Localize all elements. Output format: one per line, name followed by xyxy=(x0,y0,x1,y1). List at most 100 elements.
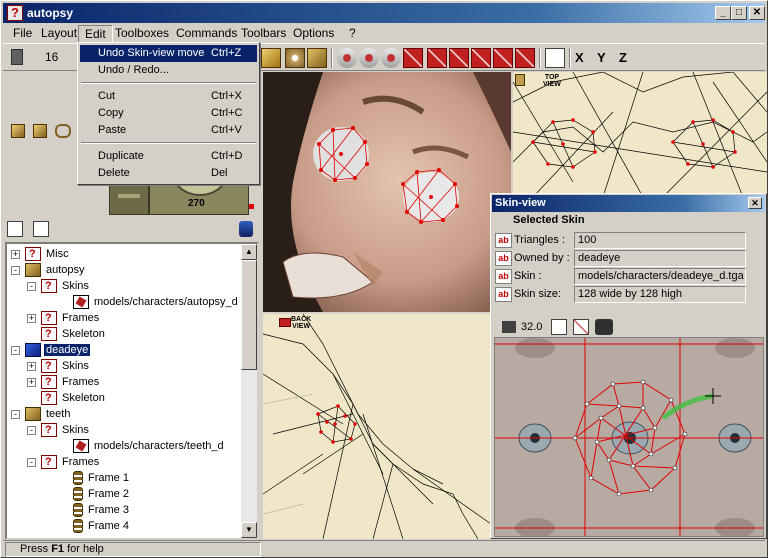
tree-node-frames[interactable]: - Frames xyxy=(27,454,101,470)
tree-node-skins[interactable]: + Skins xyxy=(27,358,91,374)
cube-icon[interactable] xyxy=(261,48,281,68)
triangle-add-icon[interactable] xyxy=(427,48,447,68)
compass-value: 270 xyxy=(188,198,205,209)
skin-list-icon[interactable] xyxy=(551,319,567,335)
menu-item-delete[interactable]: Delete Del xyxy=(80,165,257,182)
view-orient-icon[interactable] xyxy=(279,318,291,327)
collapse-icon[interactable]: - xyxy=(11,266,20,275)
grid-icon[interactable] xyxy=(502,321,516,333)
back-view[interactable]: BACK VIEW xyxy=(263,314,491,539)
skin-view-title-bar[interactable]: Skin-view ✕ xyxy=(492,195,765,212)
tree-node-frames[interactable]: + Frames xyxy=(27,310,101,326)
tree-node-skeleton[interactable]: Skeleton xyxy=(31,326,107,342)
collapse-icon[interactable]: - xyxy=(27,426,36,435)
tree-node-label: Skins xyxy=(62,424,89,436)
vertex-rotate-icon[interactable] xyxy=(381,48,401,68)
collapse-icon[interactable]: - xyxy=(11,346,20,355)
tree-node-frame[interactable]: Frame 1 xyxy=(63,470,131,486)
tree-node-teeth[interactable]: - teeth xyxy=(11,406,72,422)
lock-icon[interactable] xyxy=(239,221,253,237)
menu-edit[interactable]: Edit xyxy=(78,25,113,43)
menu-commands[interactable]: Commands xyxy=(170,25,243,41)
textured-3d-view[interactable] xyxy=(263,72,511,312)
skin-edit-icon[interactable] xyxy=(573,319,589,335)
expand-icon[interactable]: + xyxy=(27,378,36,387)
triangle-merge-icon[interactable] xyxy=(515,48,535,68)
selected-skin-heading: Selected Skin xyxy=(513,214,585,226)
triangle-tool-icon[interactable] xyxy=(403,48,423,68)
top-view[interactable]: TOP VIEW xyxy=(513,72,767,197)
tree-node-autopsy[interactable]: - autopsy xyxy=(11,262,87,278)
menu-item-paste[interactable]: Paste Ctrl+V xyxy=(80,122,257,139)
cube-grid-icon[interactable] xyxy=(33,124,47,138)
menu-file[interactable]: File xyxy=(7,25,38,41)
tree-node-frames[interactable]: + Frames xyxy=(27,374,101,390)
axis-z-button[interactable]: Z xyxy=(619,50,627,65)
scroll-down-icon[interactable]: ▼ xyxy=(241,522,257,538)
skin-zoom-value[interactable]: 32.0 xyxy=(521,321,542,333)
view-orient-icon[interactable] xyxy=(515,74,525,86)
close-icon[interactable]: ✕ xyxy=(748,197,762,209)
tree-node-misc[interactable]: + Misc xyxy=(11,246,71,262)
close-button[interactable]: ✕ xyxy=(749,6,765,20)
link-icon[interactable] xyxy=(55,124,71,138)
tree-node-frame[interactable]: Frame 2 xyxy=(63,486,131,502)
title-bar[interactable]: autopsy _ □ ✕ xyxy=(3,3,765,23)
skin-image-icon xyxy=(73,295,89,310)
text-field-icon: ab xyxy=(495,233,512,248)
menu-item-cut[interactable]: Cut Ctrl+X xyxy=(80,88,257,105)
tree-node-skeleton[interactable]: Skeleton xyxy=(31,390,107,406)
collapse-icon[interactable]: - xyxy=(11,410,20,419)
text-field-icon: ab xyxy=(495,251,512,266)
tree-node-skins[interactable]: - Skins xyxy=(27,278,91,294)
menu-item-undo-redo[interactable]: Undo / Redo... xyxy=(80,62,257,79)
collapse-icon[interactable]: - xyxy=(27,282,36,291)
tree-node-deadeye[interactable]: - deadeye xyxy=(11,342,92,358)
export-icon[interactable] xyxy=(545,48,565,68)
axis-y-button[interactable]: Y xyxy=(597,50,606,65)
vertex-move-icon[interactable] xyxy=(359,48,379,68)
vertex-tool-icon[interactable] xyxy=(337,48,357,68)
menu-help[interactable]: ? xyxy=(343,25,362,41)
expand-icon[interactable]: + xyxy=(27,314,36,323)
minimize-button[interactable]: _ xyxy=(715,6,731,20)
scroll-thumb[interactable] xyxy=(241,260,257,370)
tree-tab-icon[interactable] xyxy=(7,221,23,237)
grid-size-value[interactable]: 16 xyxy=(45,50,58,64)
menu-toolboxes[interactable]: Toolboxes xyxy=(109,25,175,41)
tree-node-frame[interactable]: Frame 4 xyxy=(63,518,131,534)
top-view-wireframe xyxy=(513,72,767,197)
maximize-button[interactable]: □ xyxy=(731,6,747,20)
menu-layout[interactable]: Layout xyxy=(35,25,83,41)
tree-node-skin-file[interactable]: models/characters/teeth_d xyxy=(63,438,226,454)
tree-tab-edit-icon[interactable] xyxy=(33,221,49,237)
camera-icon[interactable] xyxy=(595,319,613,335)
triangle-remove-icon[interactable] xyxy=(449,48,469,68)
menu-bar: File Layout Edit Toolboxes Commands Tool… xyxy=(3,23,765,43)
tree-node-frame[interactable]: Frame 3 xyxy=(63,502,131,518)
axis-x-button[interactable]: X xyxy=(575,50,584,65)
triangle-flip-icon[interactable] xyxy=(471,48,491,68)
menu-options[interactable]: Options xyxy=(287,25,340,41)
menu-toolbars[interactable]: Toolbars xyxy=(235,25,292,41)
tree-node-label: Skins xyxy=(62,360,89,372)
cube-icon[interactable] xyxy=(11,124,25,138)
collapse-icon[interactable]: - xyxy=(27,458,36,467)
cube-solid-icon[interactable] xyxy=(307,48,327,68)
expand-icon[interactable]: + xyxy=(27,362,36,371)
menu-item-undo[interactable]: Undo Skin-view move Ctrl+Z xyxy=(80,45,257,62)
triangle-split-icon[interactable] xyxy=(493,48,513,68)
expand-icon[interactable]: + xyxy=(11,250,20,259)
scroll-up-icon[interactable]: ▲ xyxy=(241,244,257,260)
menu-item-duplicate[interactable]: Duplicate Ctrl+D xyxy=(80,148,257,165)
grid-icon[interactable] xyxy=(11,49,23,65)
tree-node-skin-file[interactable]: models/characters/autopsy_d xyxy=(63,294,240,310)
help-book-icon xyxy=(41,454,57,470)
object-tree[interactable]: + Misc - autopsy - Skins models/characters/aut… xyxy=(5,242,259,540)
back-view-label: BACK VIEW xyxy=(291,316,312,330)
tree-node-skins[interactable]: - Skins xyxy=(27,422,91,438)
menu-item-copy[interactable]: Copy Ctrl+C xyxy=(80,105,257,122)
skin-canvas[interactable] xyxy=(494,337,764,537)
cube-hole-icon[interactable] xyxy=(285,48,305,68)
tree-scrollbar[interactable]: ▲ ▼ xyxy=(241,244,257,538)
